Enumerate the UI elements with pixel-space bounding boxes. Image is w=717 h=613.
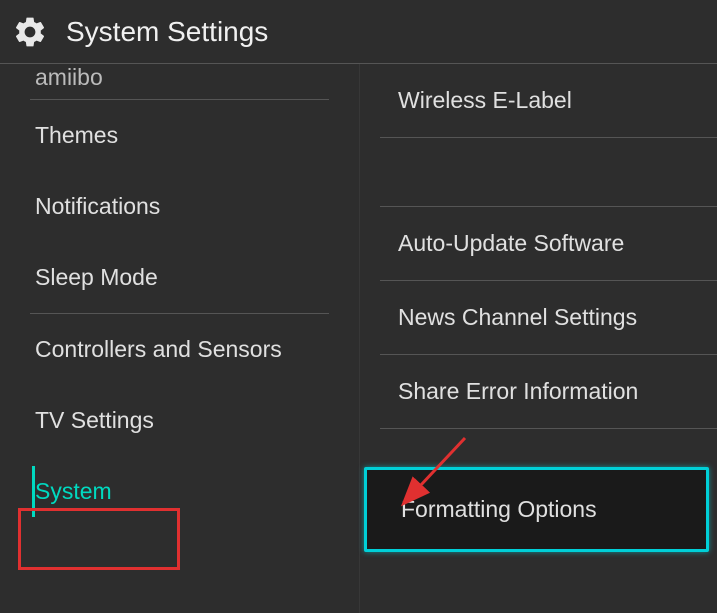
sidebar-item-sleep-mode[interactable]: Sleep Mode — [0, 242, 359, 313]
main-item-news-channel[interactable]: News Channel Settings — [360, 281, 717, 354]
sidebar-item-amiibo[interactable]: amiibo — [0, 64, 359, 99]
main-item-formatting-options[interactable]: Formatting Options — [364, 467, 709, 552]
page-title: System Settings — [66, 16, 268, 48]
sidebar-item-controllers-sensors[interactable]: Controllers and Sensors — [0, 314, 359, 385]
main-item-share-error[interactable]: Share Error Information — [360, 355, 717, 428]
main-item-wireless-elabel[interactable]: Wireless E-Label — [360, 64, 717, 137]
spacer — [360, 138, 717, 206]
sidebar-item-themes[interactable]: Themes — [0, 100, 359, 171]
sidebar-item-tv-settings[interactable]: TV Settings — [0, 385, 359, 456]
main-item-auto-update[interactable]: Auto-Update Software — [360, 207, 717, 280]
sidebar-item-system[interactable]: System — [0, 456, 359, 527]
header: System Settings — [0, 0, 717, 64]
main-panel: Wireless E-Label Auto-Update Software Ne… — [360, 64, 717, 613]
divider — [380, 428, 717, 429]
sidebar-item-notifications[interactable]: Notifications — [0, 171, 359, 242]
content: amiibo Themes Notifications Sleep Mode C… — [0, 64, 717, 613]
sidebar: amiibo Themes Notifications Sleep Mode C… — [0, 64, 360, 613]
gear-icon — [12, 14, 48, 50]
